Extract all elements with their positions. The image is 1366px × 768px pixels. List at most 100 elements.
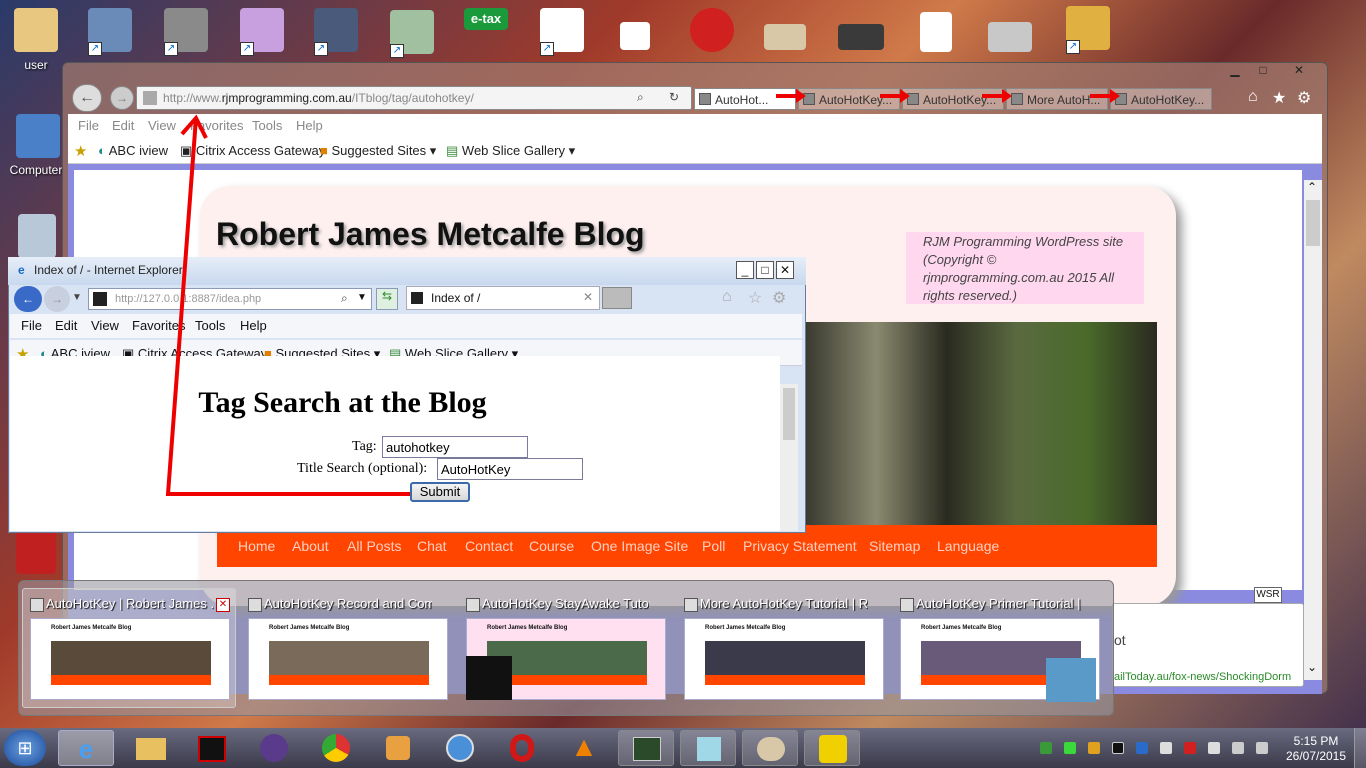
battery-icon[interactable]	[1232, 742, 1244, 754]
action-center-icon[interactable]	[1208, 742, 1220, 754]
minimize-button[interactable]: ▁	[1222, 62, 1248, 78]
acrobat-icon[interactable]	[16, 530, 56, 574]
scroll-thumb[interactable]	[783, 388, 795, 440]
recycle-bin-icon[interactable]	[18, 214, 56, 258]
history-dropdown-icon[interactable]: ▼	[72, 292, 82, 303]
back-button[interactable]: ←	[72, 84, 102, 112]
tray-app-icon[interactable]	[1064, 742, 1076, 754]
flower-app-icon[interactable]	[690, 8, 734, 52]
back-button[interactable]: ←	[14, 286, 42, 312]
secondary-scrollbar[interactable]	[780, 384, 798, 531]
thumbnail-5[interactable]: AutoHotKey Primer Tutorial | R... Robert…	[888, 590, 1100, 708]
title-search-input[interactable]	[437, 458, 583, 480]
forward-button[interactable]: →	[44, 286, 70, 312]
nav-course[interactable]: Course	[529, 538, 574, 554]
nav-chat[interactable]: Chat	[417, 538, 447, 554]
computer-icon[interactable]	[16, 114, 60, 158]
minimize-button[interactable]: _	[736, 261, 754, 279]
volume-icon[interactable]	[1256, 742, 1268, 754]
show-desktop-button[interactable]	[1354, 728, 1366, 768]
window-app-icon[interactable]	[988, 22, 1032, 52]
search-icon[interactable]: ⌕	[637, 90, 644, 105]
archive-folder-icon[interactable]: ↗	[1066, 6, 1110, 54]
new-tab-button[interactable]	[602, 287, 632, 309]
maximize-button[interactable]: □	[1250, 62, 1276, 78]
scroll-thumb[interactable]	[1306, 200, 1320, 246]
tab-5[interactable]: AutoHotKey...	[1110, 88, 1212, 110]
network-app-icon[interactable]	[618, 730, 674, 766]
etax-icon[interactable]: e-tax	[464, 8, 508, 30]
menu-edit[interactable]: Edit	[55, 318, 77, 333]
tab-1[interactable]: AutoHot...	[694, 88, 796, 110]
notes-app-icon[interactable]	[680, 730, 736, 766]
home-icon[interactable]: ⌂	[722, 288, 732, 306]
menu-edit[interactable]: Edit	[112, 118, 134, 133]
start-button[interactable]: ⊞	[4, 730, 46, 766]
tray-app-icon[interactable]	[1040, 742, 1052, 754]
nav-one-image-site[interactable]: One Image Site	[591, 538, 688, 554]
tab-3[interactable]: AutoHotKey...	[902, 88, 1004, 110]
opera-icon[interactable]	[494, 730, 550, 766]
secondary-tab[interactable]: Index of / ✕	[406, 286, 600, 310]
scroll-up-icon[interactable]: ⌃	[1307, 180, 1317, 194]
favorites-star-icon[interactable]: ☆	[748, 288, 762, 308]
gear-icon[interactable]: ⚙	[772, 288, 786, 308]
terminal-app-icon[interactable]	[184, 730, 240, 766]
paint-icon[interactable]	[742, 730, 798, 766]
maximize-button[interactable]: □	[756, 261, 774, 279]
vpn-app-icon[interactable]	[804, 730, 860, 766]
close-icon[interactable]: ✕	[216, 598, 230, 612]
nav-language[interactable]: Language	[937, 538, 999, 554]
shortcut-app-icon[interactable]: ↗	[390, 10, 434, 58]
eclipse-icon[interactable]	[246, 730, 302, 766]
word-document-icon[interactable]: ↗	[540, 8, 584, 56]
sync-app-icon[interactable]: ↗	[314, 8, 358, 56]
close-tab-icon[interactable]: ✕	[583, 290, 593, 304]
blank-file-icon[interactable]	[620, 22, 650, 50]
gear-icon[interactable]: ⚙	[1297, 88, 1311, 108]
vertical-scrollbar[interactable]: ⌃ ⌄	[1304, 180, 1322, 680]
bluetooth-icon[interactable]	[1136, 742, 1148, 754]
paint-app-icon[interactable]: ↗	[240, 8, 284, 56]
nav-poll[interactable]: Poll	[702, 538, 725, 554]
forward-button[interactable]: →	[110, 86, 134, 110]
nav-home[interactable]: Home	[238, 538, 275, 554]
tray-app-icon[interactable]	[1184, 742, 1196, 754]
menu-file[interactable]: File	[21, 318, 42, 333]
safari-icon[interactable]	[432, 730, 488, 766]
scroll-down-icon[interactable]: ⌄	[1307, 660, 1317, 674]
scanner-icon[interactable]: ↗	[164, 8, 208, 56]
nav-about[interactable]: About	[292, 538, 329, 554]
menu-view[interactable]: View	[91, 318, 119, 333]
chrome-icon[interactable]	[308, 730, 364, 766]
nav-privacy[interactable]: Privacy Statement	[743, 538, 857, 554]
thumbnail-3[interactable]: AutoHotKey StayAwake Tutorial... Robert …	[454, 590, 666, 708]
tray-app-icon[interactable]	[1088, 742, 1100, 754]
document-icon[interactable]	[920, 12, 952, 52]
thumbnail-2[interactable]: AutoHotKey Record and Compi... Robert Ja…	[236, 590, 448, 708]
nav-sitemap[interactable]: Sitemap	[869, 538, 920, 554]
home-icon[interactable]: ⌂	[1248, 88, 1258, 106]
tab-2[interactable]: AutoHotKey...	[798, 88, 900, 110]
internet-explorer-icon[interactable]: e	[58, 730, 114, 766]
window-thumbnail-icon[interactable]	[764, 24, 806, 50]
network-signal-icon[interactable]	[1160, 742, 1172, 754]
nav-all-posts[interactable]: All Posts	[347, 538, 401, 554]
video-thumbnail-icon[interactable]	[838, 24, 884, 50]
close-button[interactable]: ✕	[776, 261, 794, 279]
video-file-icon[interactable]: ↗	[88, 8, 132, 56]
menu-file[interactable]: File	[78, 118, 99, 133]
file-explorer-icon[interactable]	[122, 730, 178, 766]
fav-web-slice[interactable]: ▤ Web Slice Gallery ▾	[446, 143, 575, 159]
address-bar[interactable]: http://www.rjmprogramming.com.au/ITblog/…	[136, 86, 692, 110]
thumbnail-1[interactable]: AutoHotKey | Robert James ... ✕ Robert J…	[18, 590, 230, 708]
favorites-star-icon[interactable]: ★	[1272, 88, 1286, 108]
refresh-icon[interactable]: ↻	[669, 90, 679, 104]
notification-link[interactable]: ailToday.au/fox-news/ShockingDorm	[1114, 671, 1291, 683]
system-clock[interactable]: 5:15 PM 26/07/2015	[1284, 734, 1348, 764]
vlc-icon[interactable]: ▲	[556, 730, 612, 766]
thumbnail-4[interactable]: More AutoHotKey Tutorial | Ro... Robert …	[672, 590, 884, 708]
tab-4[interactable]: More AutoH...	[1006, 88, 1108, 110]
fav-abc-iview[interactable]: ◐ ABC iview	[98, 143, 168, 158]
close-button[interactable]: ✕	[1286, 62, 1312, 78]
